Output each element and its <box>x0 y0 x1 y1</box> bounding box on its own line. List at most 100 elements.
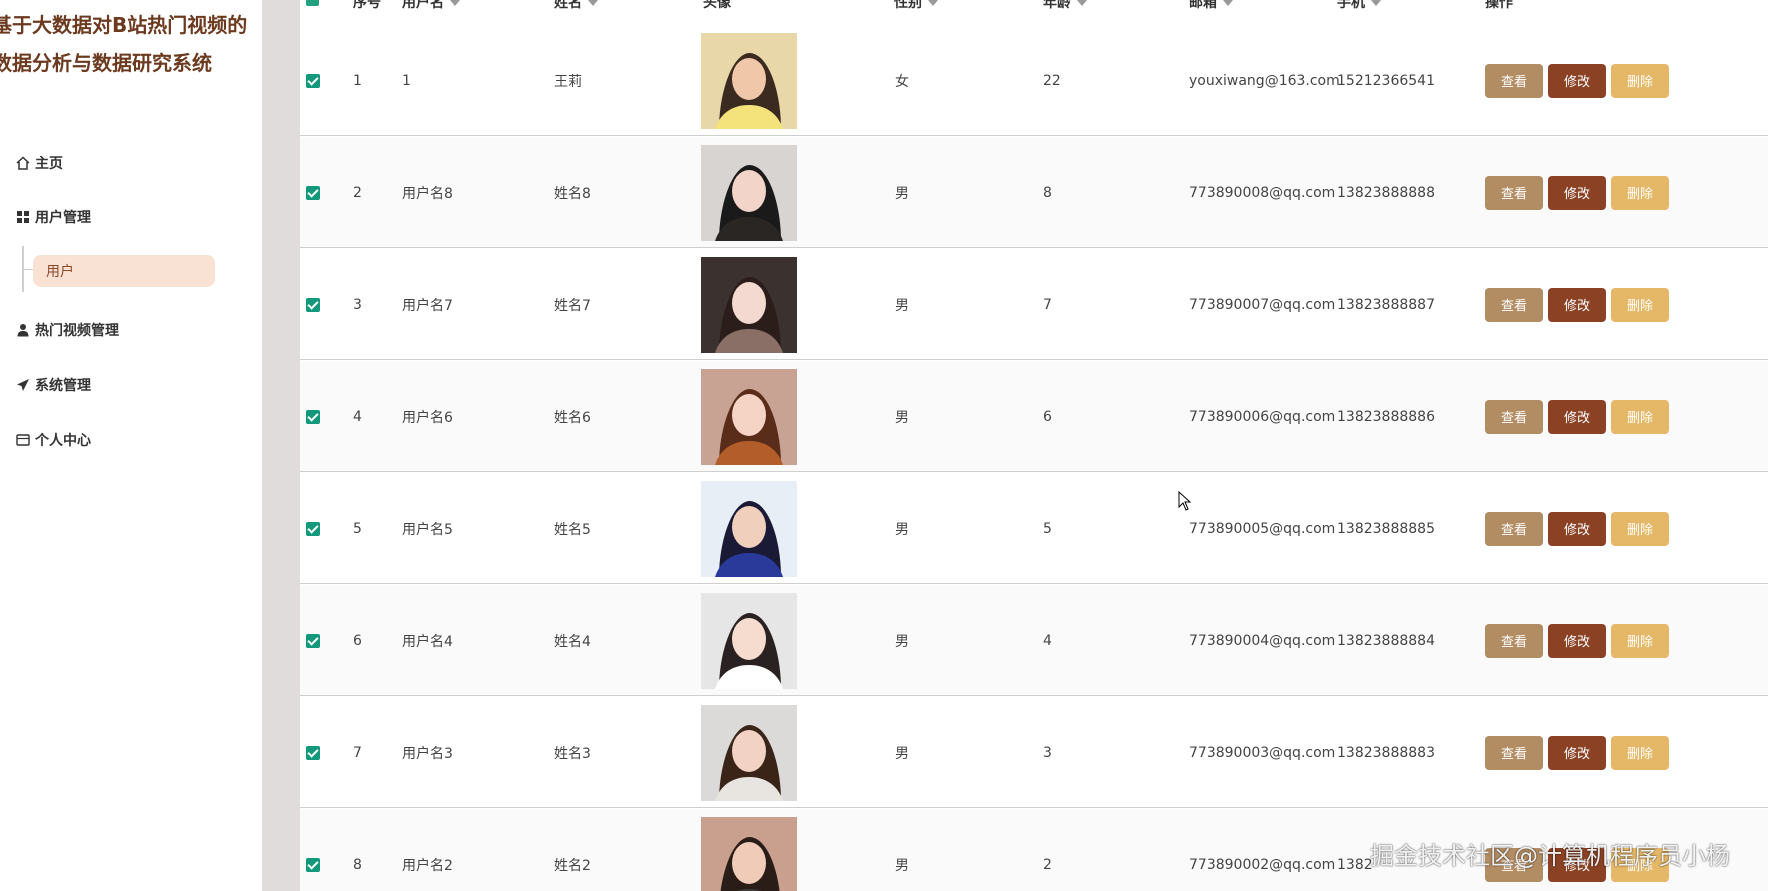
cell-email: 773890007@qq.com <box>1189 296 1336 313</box>
edit-button[interactable]: 修改 <box>1548 735 1606 770</box>
cell-index: 5 <box>353 520 362 537</box>
select-all-checkbox[interactable] <box>306 0 319 6</box>
cell-email: 773890003@qq.com <box>1189 744 1336 761</box>
delete-button[interactable]: 删除 <box>1611 511 1669 546</box>
cell-index: 1 <box>353 72 362 89</box>
header-email[interactable]: 邮箱 <box>1189 0 1233 12</box>
edit-button[interactable]: 修改 <box>1548 511 1606 546</box>
view-button[interactable]: 查看 <box>1485 63 1543 98</box>
delete-button[interactable]: 删除 <box>1611 735 1669 770</box>
table-row: 3 用户名7 姓名7 男 7 773890007@qq.com 13823888… <box>300 249 1768 360</box>
cell-age: 7 <box>1043 296 1052 313</box>
sort-caret-icon[interactable] <box>588 0 598 6</box>
edit-button[interactable]: 修改 <box>1548 175 1606 210</box>
edit-button[interactable]: 修改 <box>1548 287 1606 322</box>
cell-username: 1 <box>402 72 411 89</box>
header-avatar: 头像 <box>703 0 731 11</box>
sidebar-item-profile[interactable]: 个人中心 <box>15 427 91 453</box>
watermark: 掘金技术社区@计算机程序员小杨 <box>1370 842 1730 870</box>
sidebar-item-label: 个人中心 <box>35 433 91 449</box>
view-button[interactable]: 查看 <box>1485 175 1543 210</box>
cell-name: 姓名3 <box>554 745 591 762</box>
cell-name: 王莉 <box>554 73 582 90</box>
table-row: 2 用户名8 姓名8 男 8 773890008@qq.com 13823888… <box>300 137 1768 248</box>
header-gender[interactable]: 性别 <box>894 0 938 12</box>
edit-button[interactable]: 修改 <box>1548 399 1606 434</box>
sidebar-item-user-management[interactable]: 用户管理 <box>15 204 91 230</box>
view-button[interactable]: 查看 <box>1485 623 1543 658</box>
row-checkbox[interactable] <box>306 633 320 648</box>
row-actions: 查看 修改 删除 <box>1485 473 1674 584</box>
delete-button[interactable]: 删除 <box>1611 399 1669 434</box>
edit-button[interactable]: 修改 <box>1548 63 1606 98</box>
row-actions: 查看 修改 删除 <box>1485 25 1674 136</box>
sort-caret-icon[interactable] <box>1077 0 1087 6</box>
header-username[interactable]: 用户名 <box>402 0 460 12</box>
delete-button[interactable]: 删除 <box>1611 175 1669 210</box>
sort-caret-icon[interactable] <box>450 0 460 6</box>
cell-age: 8 <box>1043 184 1052 201</box>
sidebar-item-label: 用户管理 <box>35 210 91 226</box>
header-name[interactable]: 姓名 <box>554 0 598 12</box>
delete-button[interactable]: 删除 <box>1611 287 1669 322</box>
sort-caret-icon[interactable] <box>928 0 938 6</box>
cell-index: 7 <box>353 744 362 761</box>
sidebar-subitem-user[interactable]: 用户 <box>33 255 215 287</box>
header-index: 序号 <box>353 0 381 11</box>
cell-name: 姓名4 <box>554 633 591 650</box>
cell-index: 2 <box>353 184 362 201</box>
row-checkbox[interactable] <box>306 409 320 424</box>
view-button[interactable]: 查看 <box>1485 735 1543 770</box>
cell-username: 用户名2 <box>402 857 453 874</box>
header-age[interactable]: 年龄 <box>1043 0 1087 12</box>
view-button[interactable]: 查看 <box>1485 399 1543 434</box>
cell-email: 773890002@qq.com <box>1189 856 1336 873</box>
header-phone[interactable]: 手机 <box>1337 0 1381 12</box>
right-edge <box>1770 0 1780 891</box>
view-button[interactable]: 查看 <box>1485 511 1543 546</box>
row-checkbox[interactable] <box>306 745 320 760</box>
sidebar-item-system-management[interactable]: 系统管理 <box>15 372 91 398</box>
row-actions: 查看 修改 删除 <box>1485 249 1674 360</box>
row-actions: 查看 修改 删除 <box>1485 585 1674 696</box>
cell-index: 6 <box>353 632 362 649</box>
cell-name: 姓名5 <box>554 521 591 538</box>
row-checkbox[interactable] <box>306 73 320 88</box>
sort-caret-icon[interactable] <box>1223 0 1233 6</box>
cell-name: 姓名8 <box>554 185 591 202</box>
table-row: 7 用户名3 姓名3 男 3 773890003@qq.com 13823888… <box>300 697 1768 808</box>
cell-email: 773890006@qq.com <box>1189 408 1336 425</box>
cell-name: 姓名2 <box>554 857 591 874</box>
avatar <box>701 256 797 353</box>
row-checkbox[interactable] <box>306 521 320 536</box>
edit-button[interactable]: 修改 <box>1548 623 1606 658</box>
cell-index: 3 <box>353 296 362 313</box>
row-checkbox[interactable] <box>306 185 320 200</box>
cell-email: 773890008@qq.com <box>1189 184 1336 201</box>
view-button[interactable]: 查看 <box>1485 287 1543 322</box>
table-row: 1 1 王莉 女 22 youxiwang@163.com 1521236654… <box>300 25 1768 136</box>
delete-button[interactable]: 删除 <box>1611 623 1669 658</box>
delete-button[interactable]: 删除 <box>1611 63 1669 98</box>
cell-phone: 13823888883 <box>1337 744 1435 761</box>
cell-phone: 13823888887 <box>1337 296 1435 313</box>
table-row: 6 用户名4 姓名4 男 4 773890004@qq.com 13823888… <box>300 585 1768 696</box>
sidebar: 基于大数据对B站热门视频的数据分析与数据研究系统 主页 用户管理 用户 热门视频… <box>0 0 262 891</box>
send-icon <box>15 377 31 393</box>
cell-username: 用户名8 <box>402 185 453 202</box>
cell-email: 773890004@qq.com <box>1189 632 1336 649</box>
row-checkbox[interactable] <box>306 857 320 872</box>
sidebar-item-hot-video-management[interactable]: 热门视频管理 <box>15 317 119 343</box>
sidebar-item-label: 主页 <box>35 156 63 172</box>
cell-index: 4 <box>353 408 362 425</box>
cell-phone: 1382 <box>1337 856 1373 873</box>
user-table: 序号 用户名 姓名 头像 性别 年龄 邮箱 手机 操作 1 1 王莉 女 22 … <box>300 0 1770 891</box>
cell-age: 2 <box>1043 856 1052 873</box>
row-checkbox[interactable] <box>306 297 320 312</box>
sidebar-item-home[interactable]: 主页 <box>15 150 63 176</box>
cell-index: 8 <box>353 856 362 873</box>
sort-caret-icon[interactable] <box>1371 0 1381 6</box>
cell-gender: 男 <box>895 745 909 762</box>
sidebar-item-label: 热门视频管理 <box>35 323 119 339</box>
cell-age: 6 <box>1043 408 1052 425</box>
